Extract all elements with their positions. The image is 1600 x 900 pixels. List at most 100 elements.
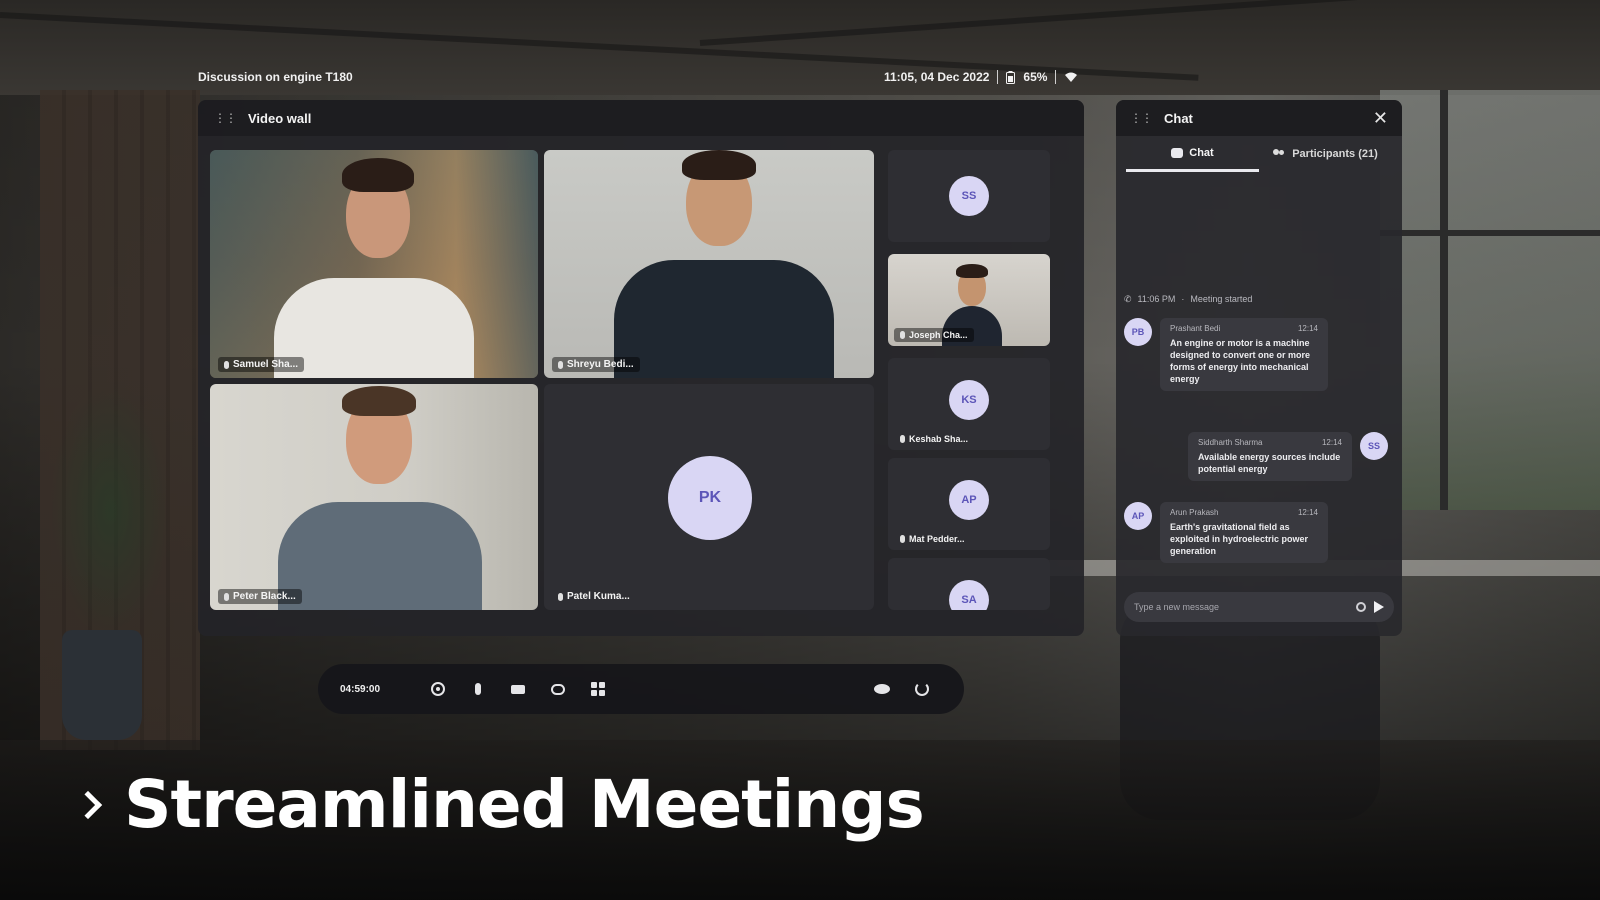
message-author: Prashant Bedi [1170, 324, 1221, 333]
layout-button[interactable] [578, 682, 618, 696]
chat-bubble-icon [1171, 147, 1184, 158]
participant-avatar: PK [668, 456, 752, 540]
status-divider [1055, 70, 1057, 84]
microphone-icon [475, 683, 481, 695]
message-time: 12:14 [1321, 438, 1342, 447]
mic-icon [900, 535, 905, 543]
video-tile[interactable]: Shreyu Bedi... [544, 150, 874, 378]
tab-label: Participants (21) [1292, 148, 1378, 160]
datetime: 11:05, 04 Dec 2022 [884, 70, 990, 84]
power-icon [915, 682, 929, 696]
chat-input-bar [1124, 592, 1394, 622]
chat-message: Prashant Bedi 12:14 An engine or motor is… [1160, 318, 1328, 391]
participant-name-label: Shreyu Bedi... [552, 357, 640, 372]
mic-icon [558, 360, 563, 369]
message-input[interactable] [1134, 602, 1348, 612]
side-avatar-tile[interactable]: SA [888, 558, 1050, 610]
participant-avatar: KS [949, 380, 989, 420]
phone-icon: ✆ [1124, 294, 1132, 304]
separator-dot: · [1181, 294, 1185, 304]
send-icon[interactable] [1374, 601, 1384, 613]
camera-button[interactable] [498, 684, 538, 694]
mic-icon [558, 592, 563, 601]
attachment-icon[interactable] [1353, 599, 1369, 615]
leave-button[interactable] [902, 682, 942, 696]
message-avatar: PB [1124, 318, 1152, 346]
chat-icon [551, 683, 565, 695]
message-author: Siddharth Sharma [1198, 438, 1263, 447]
drag-handle-icon[interactable]: ⋮⋮ [214, 111, 237, 125]
chat-title: Chat [1164, 110, 1193, 126]
mic-icon [900, 435, 905, 443]
background-window [1380, 90, 1600, 510]
mic-icon [224, 592, 229, 601]
message-text: Earth's gravitational field as exploited… [1170, 522, 1309, 556]
video-wall-header[interactable]: ⋮⋮ Video wall [198, 100, 1084, 136]
view-button[interactable] [862, 684, 902, 694]
participant-name: Mat Pedder... [909, 534, 965, 544]
message-time: 12:14 [1297, 508, 1318, 517]
close-icon[interactable]: ✕ [1373, 109, 1388, 127]
side-avatar-tile[interactable]: SS [888, 150, 1050, 242]
avatar-tile[interactable]: PK Patel Kuma... [544, 384, 874, 610]
eye-icon [874, 684, 890, 694]
video-wall-panel: ⋮⋮ Video wall Samuel Sha... Shreyu Bedi.… [198, 100, 1084, 636]
participant-name-label: Keshab Sha... [894, 432, 974, 446]
message-avatar: SS [1360, 432, 1388, 460]
participant-name-label: Patel Kuma... [552, 589, 636, 604]
participant-name: Peter Black... [233, 591, 296, 602]
headline: Streamlined Meetings [73, 766, 925, 843]
message-text: Available energy sources include potenti… [1198, 452, 1341, 474]
tab-label: Chat [1189, 146, 1214, 159]
video-tile[interactable]: Samuel Sha... [210, 150, 538, 378]
side-video-tile[interactable]: Joseph Cha... [888, 254, 1050, 346]
grid-layout-icon [591, 682, 605, 696]
participant-name: Joseph Cha... [909, 330, 968, 340]
participant-name: Samuel Sha... [233, 359, 299, 370]
background-mullion [1440, 90, 1448, 510]
participant-avatar: AP [949, 480, 989, 520]
side-avatar-tile[interactable]: KS Keshab Sha... [888, 358, 1050, 450]
participants-icon [1273, 149, 1286, 159]
participant-name: Keshab Sha... [909, 434, 969, 444]
drag-handle-icon[interactable]: ⋮⋮ [1130, 111, 1153, 125]
participant-avatar: SA [949, 580, 989, 610]
wifi-icon [1065, 72, 1078, 82]
video-wall-title: Video wall [248, 110, 312, 126]
participant-video [274, 150, 474, 378]
message-text: An engine or motor is a machine designed… [1170, 338, 1311, 384]
chat-tabs: Chat Participants (21) [1126, 136, 1392, 172]
system-message-text: Meeting started [1190, 294, 1253, 304]
status-divider [997, 70, 999, 84]
participant-name-label: Samuel Sha... [218, 357, 305, 372]
battery-level: 65% [1023, 70, 1048, 84]
message-avatar: AP [1124, 502, 1152, 530]
video-tile[interactable]: Peter Black... [210, 384, 538, 610]
side-avatar-tile[interactable]: AP Mat Pedder... [888, 458, 1050, 550]
message-author: Arun Prakash [1170, 508, 1219, 517]
session-title: Discussion on engine T180 [198, 70, 353, 84]
system-message-time: 11:06 PM [1137, 294, 1176, 304]
chat-button[interactable] [538, 683, 578, 695]
tab-chat[interactable]: Chat [1126, 136, 1259, 172]
background-mullion [1380, 230, 1600, 236]
participant-avatar: SS [949, 176, 989, 216]
system-status: 11:05, 04 Dec 2022 65% [884, 70, 1078, 84]
record-button[interactable] [418, 682, 458, 696]
chevron-right-icon [73, 790, 103, 819]
tab-participants[interactable]: Participants (21) [1259, 136, 1392, 172]
chat-header[interactable]: ⋮⋮ Chat ✕ [1116, 100, 1402, 136]
camera-icon [511, 684, 525, 694]
battery-icon [1006, 70, 1016, 84]
background-plant-pot [62, 630, 142, 740]
participant-name: Patel Kuma... [567, 591, 630, 602]
meeting-toolbar: 04:59:00 [318, 664, 964, 714]
participant-name-label: Mat Pedder... [894, 532, 971, 546]
participant-name: Shreyu Bedi... [567, 359, 634, 370]
participant-name-label: Joseph Cha... [894, 328, 974, 342]
participant-name-label: Peter Black... [218, 589, 302, 604]
system-message: ✆ 11:06 PM · Meeting started [1124, 294, 1252, 305]
mic-button[interactable] [458, 683, 498, 695]
mic-icon [900, 331, 905, 339]
chat-message: Arun Prakash 12:14 Earth's gravitational … [1160, 502, 1328, 563]
